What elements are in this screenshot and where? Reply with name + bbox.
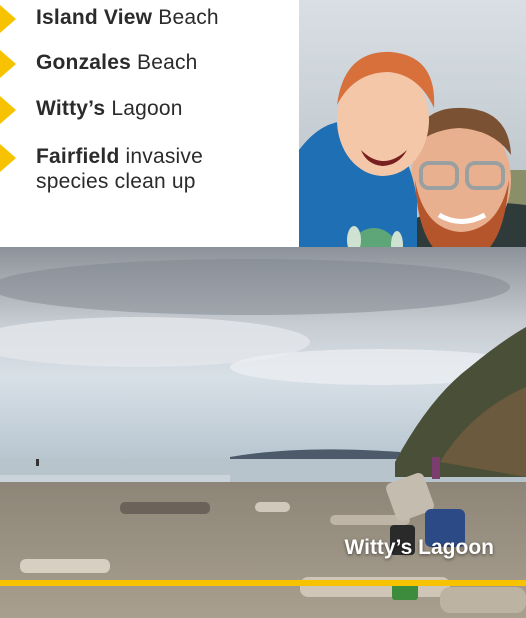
beach-illustration (0, 247, 526, 618)
chevron-right-icon (0, 5, 16, 33)
photo-caption: Witty’s Lagoon (344, 536, 494, 559)
chevron-right-icon (0, 96, 16, 124)
beach-photo: Witty’s Lagoon (0, 247, 526, 618)
list-item-label: Gonzales Beach (36, 51, 198, 74)
chevron-right-icon (0, 144, 16, 172)
chevron-right-icon (0, 50, 16, 78)
list-item-label: Island View Beach (36, 6, 219, 29)
list-item-label: Fairfield invasive species clean up (36, 145, 203, 193)
accent-bar (0, 580, 526, 586)
list-item-label: Witty’s Lagoon (36, 97, 183, 120)
